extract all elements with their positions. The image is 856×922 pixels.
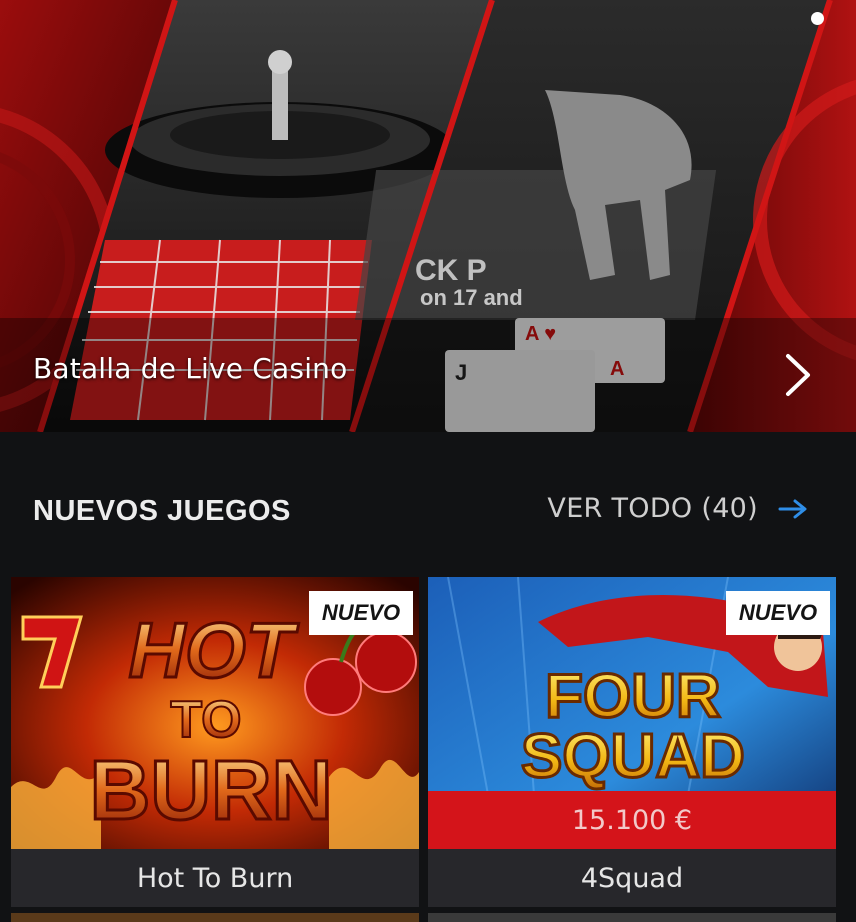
next-card-peek [428, 913, 836, 922]
banner-title: Batalla de Live Casino [33, 352, 348, 385]
see-all-link[interactable]: VER TODO (40) [547, 493, 808, 524]
see-all-label: VER TODO (40) [547, 493, 758, 524]
4squad-art-line1: FOUR [545, 662, 721, 731]
game-card-hot-to-burn[interactable]: HOT TO BURN NUEVO Hot To Burn [11, 577, 419, 907]
next-card-peek [11, 913, 419, 922]
game-card-4squad[interactable]: FOUR SQUAD NUEVO 15.100 € 4Squad [428, 577, 836, 907]
4squad-art-line2: SQUAD [521, 722, 745, 791]
section-title: NUEVOS JUEGOS [33, 495, 291, 527]
game-name: 4Squad [428, 849, 836, 907]
live-casino-banner[interactable]: CK P on 17 and A ♥ A J Batalla de Live C… [0, 0, 856, 432]
new-badge: NUEVO [309, 591, 413, 635]
hot-to-burn-art-line2: TO [170, 691, 241, 749]
chevron-right-icon[interactable] [782, 352, 812, 398]
next-row-peek [0, 907, 856, 922]
carousel-dot[interactable] [811, 12, 824, 25]
hot-to-burn-art-line3: BURN [90, 743, 333, 837]
svg-text:on 17 and: on 17 and [420, 285, 523, 310]
jackpot-amount: 15.100 € [428, 791, 836, 849]
new-badge: NUEVO [726, 591, 830, 635]
svg-text:CK P: CK P [415, 254, 487, 287]
hot-to-burn-art-line1: HOT [129, 606, 300, 694]
game-name: Hot To Burn [11, 849, 419, 907]
arrow-right-icon [778, 499, 807, 518]
